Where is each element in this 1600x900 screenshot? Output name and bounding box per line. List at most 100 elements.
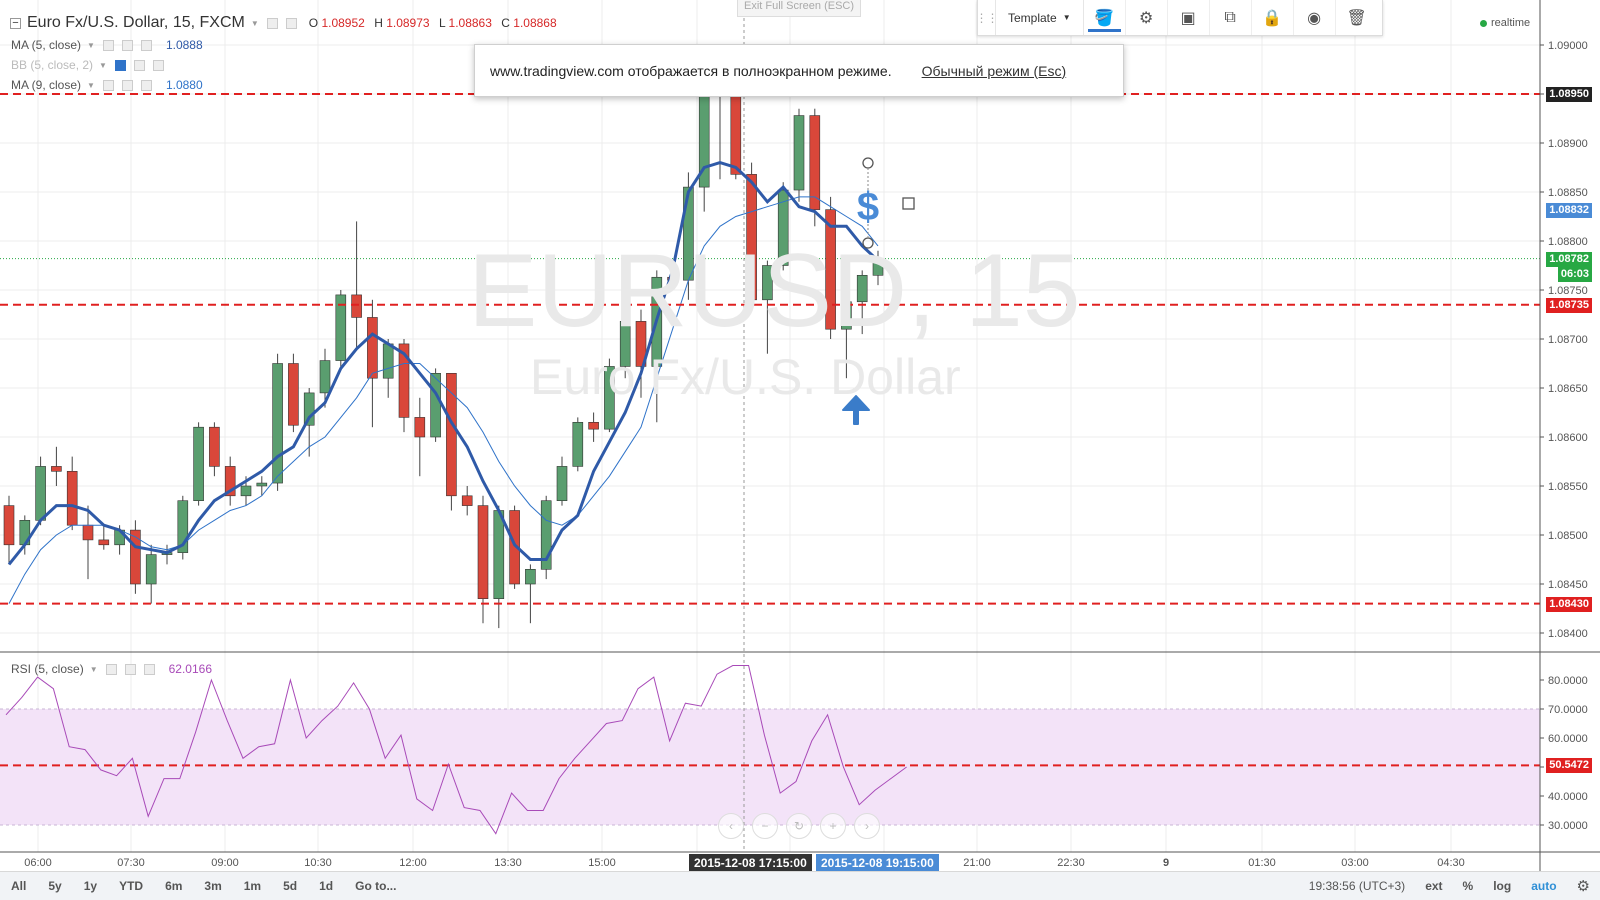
indicator-bb[interactable]: BB (5, close, 2) ▼ <box>11 58 164 72</box>
template-dropdown[interactable]: Template ▼ <box>996 0 1084 35</box>
candle-down <box>477 505 489 600</box>
candle-down <box>82 524 94 541</box>
fullscreen-notification: www.tradingview.com отображается в полно… <box>474 44 1124 97</box>
high-label: H <box>374 16 383 30</box>
range-5d[interactable]: 5d <box>272 879 308 893</box>
candle-up <box>525 568 536 585</box>
candle-up <box>793 115 805 191</box>
log-toggle[interactable]: log <box>1483 879 1521 893</box>
range-6m[interactable]: 6m <box>154 879 193 893</box>
lock-icon: 🔒 <box>1262 9 1283 27</box>
gear-icon[interactable] <box>285 17 297 29</box>
range-5y[interactable]: 5y <box>37 879 72 893</box>
lock-button[interactable]: 🔒 <box>1252 0 1294 35</box>
order-button[interactable]: ▣ <box>1168 0 1210 35</box>
chevron-down-icon[interactable]: ▼ <box>87 41 95 50</box>
time-tick-label: 10:30 <box>304 857 332 869</box>
low-label: L <box>438 16 446 30</box>
indicator-name[interactable]: BB (5, close, 2) <box>11 58 93 72</box>
candle-up <box>240 485 252 497</box>
price-tick-label: 1.08600 <box>1548 432 1588 444</box>
low-value: 1.08863 <box>448 16 492 30</box>
range-ytd[interactable]: YTD <box>108 879 154 893</box>
chevron-down-icon[interactable]: ▼ <box>99 61 107 70</box>
indicator-rsi[interactable]: RSI (5, close) ▼ 62.0166 <box>11 662 212 676</box>
normal-mode-link[interactable]: Обычный режим (Esc) <box>922 63 1067 79</box>
symbol-title[interactable]: Euro Fx/U.S. Dollar, 15, FXCM <box>27 14 245 32</box>
chevron-down-icon: ▼ <box>1062 13 1071 22</box>
paint-bucket-icon: 🪣 <box>1094 9 1115 27</box>
chevron-down-icon[interactable]: ▼ <box>90 665 98 674</box>
range-1y[interactable]: 1y <box>73 879 108 893</box>
gear-icon[interactable]: ⚙ <box>1567 877 1600 895</box>
open-value: 1.08952 <box>321 16 365 30</box>
ext-toggle[interactable]: ext <box>1415 879 1452 893</box>
candle-up <box>145 554 157 585</box>
candle-down <box>3 505 15 546</box>
range-1m[interactable]: 1m <box>233 879 272 893</box>
indicator-ma9[interactable]: MA (9, close) ▼ 1.0880 <box>11 78 203 92</box>
delete-button[interactable]: 🗑 <box>1336 0 1378 35</box>
gear-icon[interactable] <box>133 59 145 71</box>
close-icon[interactable] <box>140 79 152 91</box>
chevron-down-icon[interactable]: ▼ <box>251 19 259 28</box>
candle-down <box>588 421 599 430</box>
indicator-ma5[interactable]: MA (5, close) ▼ 1.0888 <box>11 38 203 52</box>
eye-icon[interactable] <box>102 79 114 91</box>
price-tick-label: 1.08900 <box>1548 138 1588 150</box>
chart-canvas[interactable]: $ 06:00 07:30 09:00 10:30 12:00 13:30 15:00 21:… <box>0 0 1600 900</box>
candle-down <box>51 466 62 472</box>
scroll-right-icon[interactable]: › <box>854 813 880 839</box>
reset-icon[interactable]: ↻ <box>786 813 812 839</box>
indicator-name[interactable]: RSI (5, close) <box>11 662 84 676</box>
candle-down <box>730 83 742 175</box>
candle-up <box>272 363 283 484</box>
clock[interactable]: 19:38:56 (UTC+3) <box>1299 879 1415 893</box>
clone-button[interactable]: ⧉ <box>1210 0 1252 35</box>
zoom-out-icon[interactable]: − <box>752 813 778 839</box>
settings-button[interactable]: ⚙ <box>1126 0 1168 35</box>
realtime-indicator: realtime <box>1480 17 1530 29</box>
time-tick-label: 07:30 <box>117 857 145 869</box>
rsi-tick-label: 40.0000 <box>1548 791 1588 803</box>
exit-fullscreen-button[interactable]: Exit Full Screen (ESC) <box>737 0 862 17</box>
gear-icon[interactable] <box>121 39 133 51</box>
rsi-tick-label: 30.0000 <box>1548 820 1588 832</box>
scroll-left-icon[interactable]: ‹ <box>718 813 744 839</box>
percent-toggle[interactable]: % <box>1453 879 1484 893</box>
chevron-down-icon[interactable]: ▼ <box>87 81 95 90</box>
drag-handle[interactable]: ⋮⋮ <box>976 0 999 35</box>
indicator-name[interactable]: MA (5, close) <box>11 38 81 52</box>
time-tick-label: 03:00 <box>1341 857 1369 869</box>
settings-toggle[interactable] <box>266 17 278 29</box>
price-tick-label: 1.08500 <box>1548 530 1588 542</box>
eye-icon[interactable] <box>105 663 117 675</box>
close-icon[interactable] <box>140 39 152 51</box>
candle-up <box>193 426 204 502</box>
price-axis-label: 1.08782 <box>1546 251 1592 267</box>
gear-icon[interactable] <box>121 79 133 91</box>
visibility-button[interactable]: ◉ <box>1294 0 1336 35</box>
paint-bucket-button[interactable]: 🪣 <box>1084 0 1126 35</box>
close-value: 1.08868 <box>513 16 557 30</box>
range-all[interactable]: All <box>0 879 37 893</box>
gear-icon[interactable] <box>124 663 136 675</box>
collapse-icon[interactable]: − <box>10 17 21 29</box>
price-tick-label: 1.09000 <box>1548 40 1588 52</box>
indicator-name[interactable]: MA (9, close) <box>11 78 81 92</box>
candle-down <box>367 317 378 379</box>
eye-icon[interactable] <box>114 59 126 71</box>
close-icon[interactable] <box>152 59 164 71</box>
goto-button[interactable]: Go to... <box>344 879 407 893</box>
range-3m[interactable]: 3m <box>193 879 232 893</box>
eye-icon[interactable] <box>102 39 114 51</box>
candle-down <box>209 426 220 467</box>
zoom-in-icon[interactable]: + <box>820 813 846 839</box>
symbol-legend[interactable]: − Euro Fx/U.S. Dollar, 15, FXCM ▼ O 1.08… <box>10 14 557 32</box>
candle-down <box>809 115 821 210</box>
auto-toggle[interactable]: auto <box>1521 879 1566 893</box>
chart-navigation: ‹ − ↻ + › <box>718 813 880 839</box>
fullscreen-message: www.tradingview.com отображается в полно… <box>490 62 892 79</box>
close-icon[interactable] <box>143 663 155 675</box>
range-1d[interactable]: 1d <box>308 879 344 893</box>
